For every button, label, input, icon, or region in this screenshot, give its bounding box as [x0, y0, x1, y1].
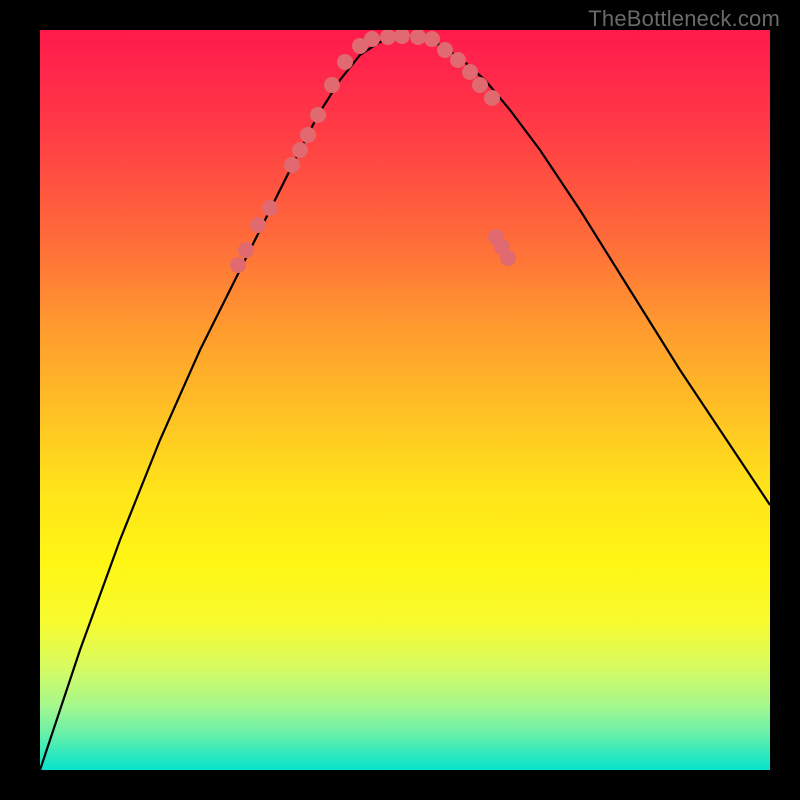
data-point [337, 54, 353, 70]
data-point [262, 200, 278, 216]
data-point [292, 142, 308, 158]
data-point [472, 77, 488, 93]
data-point [310, 107, 326, 123]
data-point [437, 42, 453, 58]
bottleneck-curve [40, 37, 770, 770]
data-point [410, 30, 426, 45]
data-point [364, 31, 380, 47]
scatter-right [437, 42, 516, 266]
data-point [238, 242, 254, 258]
data-point [284, 157, 300, 173]
data-point [394, 30, 410, 44]
data-point [484, 90, 500, 106]
watermark-text: TheBottleneck.com [588, 6, 780, 32]
chart-svg [40, 30, 770, 770]
data-point [424, 31, 440, 47]
data-point [300, 127, 316, 143]
data-point [250, 217, 266, 233]
plot-area [40, 30, 770, 770]
scatter-valley [364, 30, 440, 47]
scatter-left [230, 38, 368, 273]
data-point [230, 257, 246, 273]
data-point [324, 77, 340, 93]
data-point [462, 64, 478, 80]
data-point [450, 52, 466, 68]
chart-frame: TheBottleneck.com [0, 0, 800, 800]
data-point [500, 250, 516, 266]
data-point [380, 30, 396, 45]
